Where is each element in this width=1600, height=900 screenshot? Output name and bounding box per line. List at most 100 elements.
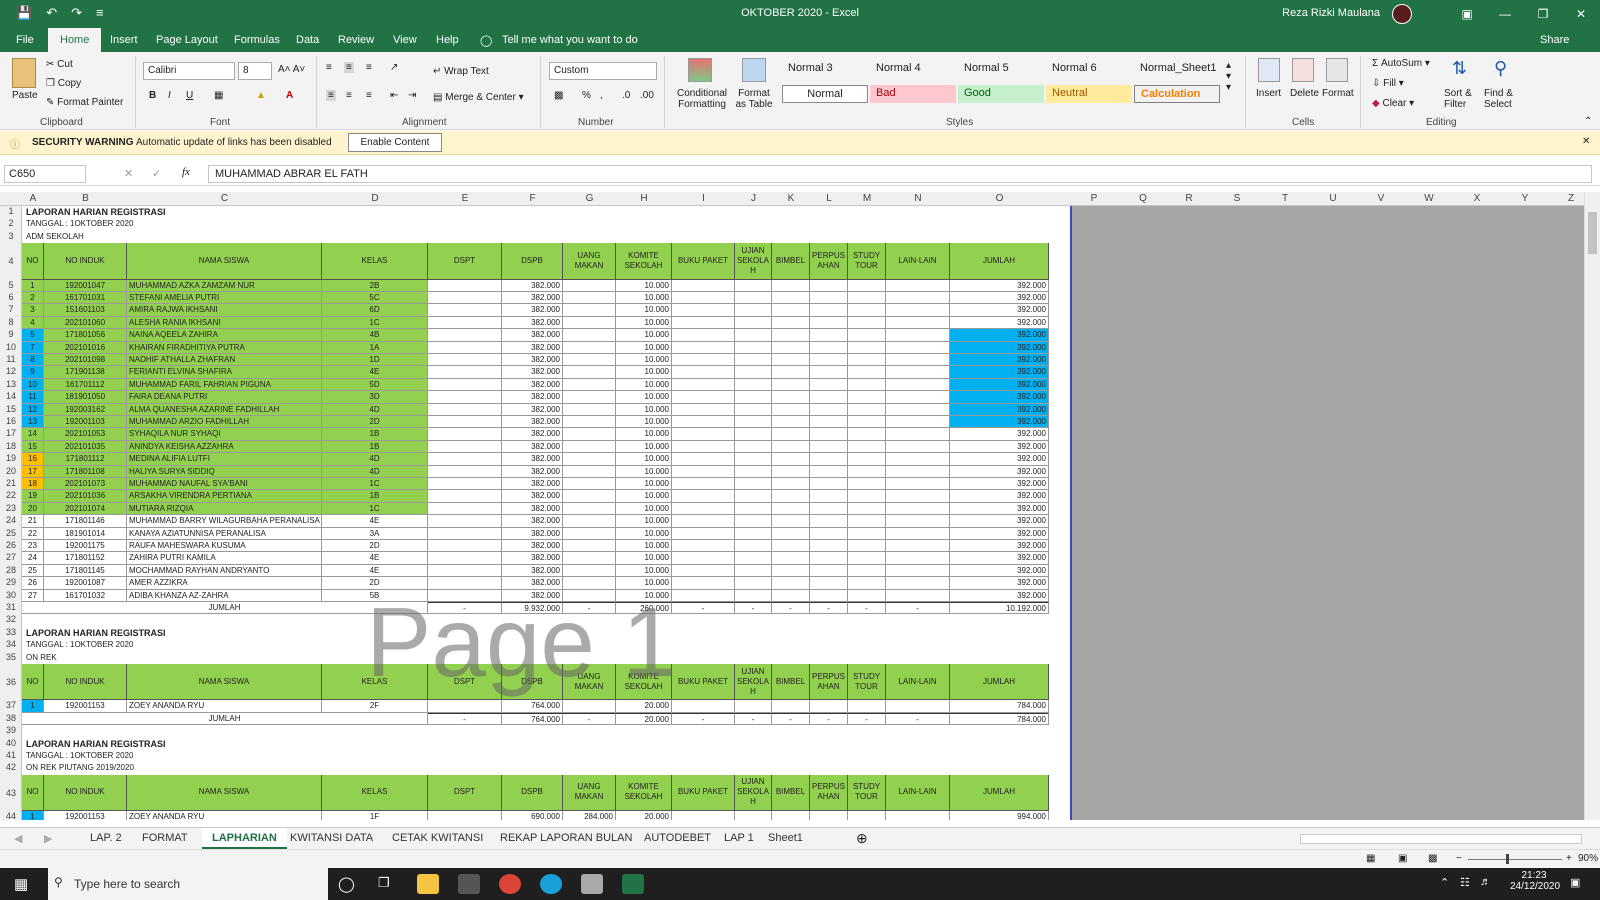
row-header[interactable]: 37 — [0, 700, 21, 710]
table-cell[interactable]: 2F — [322, 700, 428, 713]
insert-cells-button[interactable]: Insert — [1256, 88, 1281, 99]
cut-button[interactable]: ✂ Cut — [46, 59, 73, 70]
table-cell[interactable] — [848, 465, 886, 478]
table-cell[interactable]: ADIBA KHANZA AZ-ZAHRA — [127, 589, 322, 602]
table-cell[interactable]: 392.000 — [950, 552, 1049, 565]
table-cell[interactable]: 7 — [22, 341, 44, 354]
table-cell[interactable]: 4E — [322, 366, 428, 379]
column-header-w[interactable]: W — [1406, 193, 1452, 204]
table-cell[interactable]: 10.000 — [616, 279, 672, 292]
font-name-combo[interactable]: Calibri — [143, 62, 235, 80]
table-cell[interactable]: 1 — [22, 279, 44, 292]
table-cell[interactable]: 10.000 — [616, 341, 672, 354]
table-cell[interactable]: MUHAMMAD AZKA ZAMZAM NUR — [127, 279, 322, 292]
table-cell[interactable] — [810, 811, 848, 820]
table-cell[interactable]: 9 — [22, 366, 44, 379]
table-cell[interactable]: 192003162 — [44, 403, 127, 416]
table-cell[interactable]: 202101053 — [44, 428, 127, 441]
table-cell[interactable]: 10.000 — [616, 564, 672, 578]
table-cell[interactable]: 12 — [22, 403, 44, 416]
table-cell[interactable]: 392.000 — [950, 478, 1049, 491]
table-cell[interactable] — [735, 378, 772, 392]
table-cell[interactable]: STEFANI AMELIA PUTRI — [127, 292, 322, 305]
table-cell[interactable] — [772, 564, 810, 578]
row-header[interactable]: 39 — [0, 725, 21, 735]
column-header-j[interactable]: J — [735, 193, 772, 204]
tab-help[interactable]: Help — [436, 34, 459, 46]
sheet-tab-rekap-laporan-bulan[interactable]: REKAP LAPORAN BULAN — [500, 832, 632, 844]
scroll-thumb[interactable] — [1588, 212, 1597, 254]
table-cell[interactable]: RAUFA MAHESWARA KUSUMA — [127, 540, 322, 553]
table-cell[interactable] — [810, 440, 848, 454]
table-cell[interactable]: 181901050 — [44, 391, 127, 404]
number-format-combo[interactable]: Custom — [549, 62, 657, 80]
table-cell[interactable] — [735, 391, 772, 404]
table-cell[interactable]: 1B — [322, 490, 428, 503]
table-cell[interactable]: SYHAQILA NUR SYHAQI — [127, 428, 322, 441]
sort-filter-icon[interactable]: ⇅ — [1452, 58, 1467, 79]
table-cell[interactable]: 17 — [22, 465, 44, 478]
zoom-in-icon[interactable]: + — [1566, 853, 1572, 864]
table-cell[interactable] — [772, 577, 810, 590]
table-cell[interactable]: 1C — [322, 316, 428, 330]
table-cell[interactable]: 16 — [22, 453, 44, 466]
table-cell[interactable]: 202101016 — [44, 341, 127, 354]
table-cell[interactable] — [848, 403, 886, 416]
table-cell[interactable]: 392.000 — [950, 577, 1049, 590]
table-cell[interactable] — [428, 540, 502, 553]
enable-content-button[interactable]: Enable Content — [348, 133, 442, 152]
table-cell[interactable]: 151601103 — [44, 304, 127, 317]
column-header-i[interactable]: I — [672, 193, 735, 204]
table-cell[interactable] — [886, 366, 950, 379]
table-cell[interactable]: 10.000 — [616, 502, 672, 516]
row-header[interactable]: 18 — [0, 441, 21, 451]
volume-icon[interactable]: ♬ — [1480, 876, 1491, 888]
table-cell[interactable] — [672, 577, 735, 590]
table-cell[interactable]: 1C — [322, 502, 428, 516]
table-cell[interactable] — [848, 564, 886, 578]
find-select-icon[interactable]: ⚲ — [1494, 58, 1507, 79]
table-cell[interactable] — [810, 453, 848, 466]
table-cell[interactable] — [848, 577, 886, 590]
table-cell[interactable]: 392.000 — [950, 316, 1049, 330]
table-cell[interactable] — [848, 453, 886, 466]
table-cell[interactable] — [563, 366, 616, 379]
table-cell[interactable] — [772, 700, 810, 713]
table-cell[interactable] — [886, 502, 950, 516]
table-cell[interactable] — [810, 490, 848, 503]
paste-button[interactable]: Paste — [12, 90, 38, 101]
table-cell[interactable] — [810, 378, 848, 392]
table-cell[interactable]: NAINA AQEELA ZAHIRA — [127, 329, 322, 342]
row-header[interactable]: 9 — [0, 329, 21, 339]
table-cell[interactable] — [772, 378, 810, 392]
table-cell[interactable] — [735, 304, 772, 317]
table-cell[interactable] — [563, 279, 616, 292]
table-cell[interactable]: 382.000 — [502, 329, 563, 342]
table-cell[interactable] — [672, 304, 735, 317]
table-cell[interactable] — [672, 416, 735, 429]
table-cell[interactable] — [810, 502, 848, 516]
table-cell[interactable]: 10.000 — [616, 552, 672, 565]
table-cell[interactable] — [810, 564, 848, 578]
underline-button[interactable]: U — [186, 90, 193, 101]
column-header-r[interactable]: R — [1166, 193, 1212, 204]
table-cell[interactable] — [886, 577, 950, 590]
table-cell[interactable] — [772, 490, 810, 503]
table-cell[interactable]: 382.000 — [502, 378, 563, 392]
table-cell[interactable]: 382.000 — [502, 354, 563, 367]
table-cell[interactable] — [735, 502, 772, 516]
table-cell[interactable] — [428, 341, 502, 354]
table-cell[interactable] — [810, 391, 848, 404]
table-cell[interactable]: 2D — [322, 540, 428, 553]
row-header[interactable]: 30 — [0, 590, 21, 600]
table-cell[interactable]: 4D — [322, 453, 428, 466]
table-cell[interactable]: 382.000 — [502, 440, 563, 454]
orientation-icon[interactable]: ↗ — [390, 62, 398, 73]
table-cell[interactable] — [772, 527, 810, 540]
notifications-icon[interactable]: ▣ — [1570, 876, 1580, 889]
table-cell[interactable] — [886, 416, 950, 429]
windows-start-icon[interactable]: ▦ — [14, 875, 28, 893]
row-header[interactable]: 6 — [0, 292, 21, 302]
table-cell[interactable] — [886, 341, 950, 354]
row-header[interactable]: 25 — [0, 528, 21, 538]
